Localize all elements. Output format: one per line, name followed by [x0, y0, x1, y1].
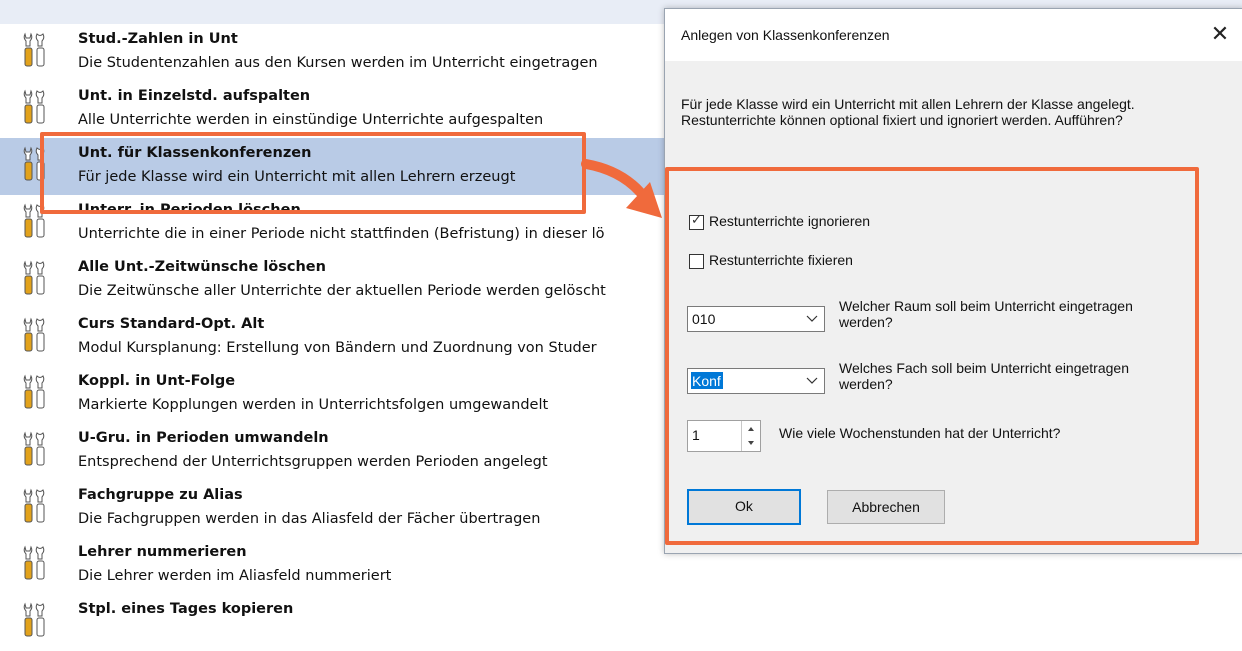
spin-up-icon[interactable] — [742, 421, 760, 436]
item-description: Die Lehrer werden im Aliasfeld nummerier… — [78, 568, 392, 584]
ignore-checkbox-label[interactable]: Restunterrichte ignorieren — [709, 213, 870, 229]
item-title: Unt. in Einzelstd. aufspalten — [78, 88, 311, 104]
item-title: Stpl. eines Tages kopieren — [78, 601, 294, 617]
cancel-button[interactable]: Abbrechen — [827, 490, 945, 524]
hours-question: Wie viele Wochenstunden hat der Unterric… — [779, 425, 1061, 441]
dialog-message: Für jede Klasse wird ein Unterricht mit … — [681, 96, 1226, 128]
item-description: Die Fachgruppen werden in das Aliasfeld … — [78, 511, 541, 527]
subject-question-line-2: werden? — [839, 376, 893, 392]
ignore-checkbox[interactable]: ✓ — [689, 213, 704, 230]
item-title: Lehrer nummerieren — [78, 544, 247, 560]
fix-checkbox[interactable] — [689, 254, 704, 269]
item-title: Curs Standard-Opt. Alt — [78, 316, 265, 332]
subject-combo[interactable]: Konf — [687, 368, 825, 394]
item-description: Markierte Kopplungen werden in Unterrich… — [78, 397, 549, 413]
spin-down-icon[interactable] — [742, 436, 760, 451]
subject-question-line-1: Welches Fach soll beim Unterricht einget… — [839, 360, 1129, 376]
ok-button[interactable]: Ok — [687, 489, 801, 525]
chevron-down-icon — [806, 377, 818, 384]
item-description: Entsprechend der Unterrichtsgruppen werd… — [78, 454, 548, 470]
tools-icon — [23, 488, 45, 523]
item-title: Stud.-Zahlen in Unt — [78, 31, 238, 47]
item-description: Die Studentenzahlen aus den Kursen werde… — [78, 55, 598, 71]
tools-icon — [23, 374, 45, 409]
room-question: Welcher Raum soll beim Unterricht einget… — [839, 298, 1199, 330]
item-title: Fachgruppe zu Alias — [78, 487, 243, 503]
chevron-down-icon — [806, 315, 818, 322]
item-title: U-Gru. in Perioden umwandeln — [78, 430, 329, 446]
room-question-line-1: Welcher Raum soll beim Unterricht einget… — [839, 298, 1133, 314]
dialog-titlebar: Anlegen von Klassenkonferenzen ✕ — [665, 9, 1242, 61]
close-icon: ✕ — [1210, 21, 1230, 46]
close-button[interactable]: ✕ — [1197, 9, 1242, 61]
selected-item-highlight-box — [40, 132, 586, 214]
tools-icon — [23, 602, 45, 637]
item-description: Alle Unterrichte werden in einstündige U… — [78, 112, 544, 128]
item-title: Alle Unt.-Zeitwünsche löschen — [78, 259, 326, 275]
item-title: Koppl. in Unt-Folge — [78, 373, 236, 389]
tools-icon — [23, 545, 45, 580]
tools-icon — [23, 431, 45, 466]
item-description: Unterrichte die in einer Periode nicht s… — [78, 226, 605, 242]
check-mark-icon: ✓ — [691, 213, 702, 228]
message-line-1: Für jede Klasse wird ein Unterricht mit … — [681, 96, 1135, 112]
tools-icon — [23, 260, 45, 295]
item-description: Modul Kursplanung: Erstellung von Bänder… — [78, 340, 597, 356]
tools-icon — [23, 32, 45, 67]
subject-value: Konf — [691, 372, 723, 389]
tools-icon — [23, 89, 45, 124]
item-description: Die Zeitwünsche aller Unterrichte der ak… — [78, 283, 606, 299]
message-line-2: Restunterrichte können optional fixiert … — [681, 112, 1123, 128]
spinner-buttons[interactable] — [741, 421, 760, 451]
options-highlight-box: ✓ Restunterrichte ignorieren Restunterri… — [665, 167, 1199, 545]
room-combo[interactable]: 010 — [687, 306, 825, 332]
hours-value: 1 — [692, 427, 700, 443]
tools-icon — [23, 317, 45, 352]
dialog-klassenkonferenzen: Anlegen von Klassenkonferenzen ✕ Für jed… — [664, 8, 1242, 554]
room-value: 010 — [692, 311, 716, 327]
hours-spinner[interactable]: 1 — [687, 420, 761, 452]
room-question-line-2: werden? — [839, 314, 893, 330]
list-item[interactable]: Stpl. eines Tages kopieren — [0, 594, 1242, 651]
dialog-title: Anlegen von Klassenkonferenzen — [681, 27, 890, 43]
subject-question: Welches Fach soll beim Unterricht einget… — [839, 360, 1199, 392]
fix-checkbox-label[interactable]: Restunterrichte fixieren — [709, 252, 853, 268]
